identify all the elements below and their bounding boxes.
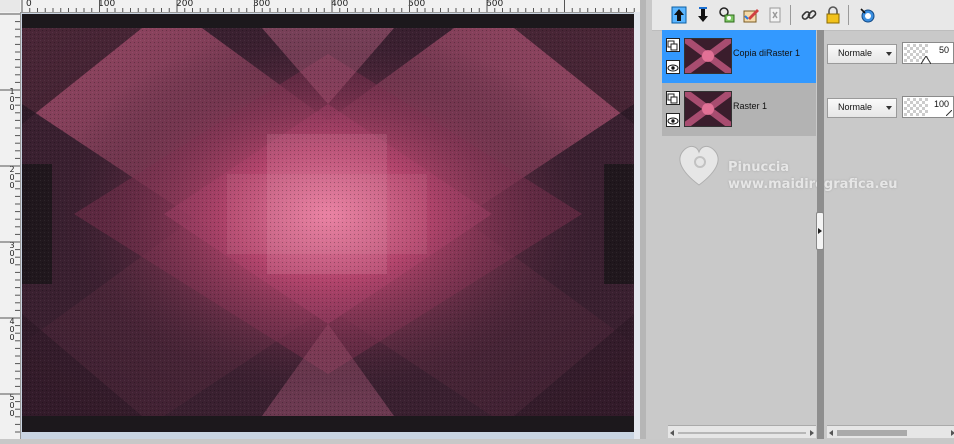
new-layer-icon[interactable] <box>716 4 738 26</box>
watermark-name: Pinuccia <box>728 160 790 175</box>
horizontal-ruler: 0 100 200 300 400 500 600 <box>20 0 640 13</box>
layer-name: Raster 1 <box>733 101 768 111</box>
watermark: Pinuccia www.maidiregrafica.eu <box>674 140 904 200</box>
layers-horizontal-scrollbar[interactable] <box>668 425 816 438</box>
toolbar-divider <box>848 5 849 25</box>
layer-thumbnail <box>684 38 732 74</box>
resize-grip-icon <box>946 110 952 116</box>
layer-row-copia-di-raster[interactable]: Copia diRaster 1 <box>662 30 816 83</box>
canvas-artwork <box>22 14 634 432</box>
lock-icon[interactable] <box>822 4 844 26</box>
vertical-ruler: 100 200 300 400 500 <box>0 12 21 439</box>
canvas-area[interactable]: 0 100 200 300 400 500 600 100 200 300 40… <box>0 0 640 439</box>
transparency-checker-icon <box>904 98 928 116</box>
eye-visibility-icon[interactable] <box>666 60 680 74</box>
blend-mode-value: Normale <box>838 48 873 58</box>
opacity-field[interactable]: 100 <box>902 96 954 118</box>
opacity-field[interactable]: 50 <box>902 42 954 64</box>
image-canvas[interactable] <box>22 14 634 432</box>
layer-thumbnail <box>684 91 732 127</box>
edit-icon[interactable] <box>740 4 762 26</box>
toolbar-divider <box>790 5 791 25</box>
blend-mode-select[interactable]: Normale <box>827 98 897 118</box>
layers-toolbar <box>652 0 954 31</box>
layers-panel: Copia diRaster 1 Raster 1 Normale 50 Nor… <box>640 0 954 439</box>
ruler-ticks <box>0 13 20 433</box>
move-layer-down-icon[interactable] <box>692 4 714 26</box>
ruler-ticks <box>21 0 635 12</box>
opacity-slider-handle-icon[interactable] <box>921 56 931 64</box>
blend-mode-select[interactable]: Normale <box>827 44 897 64</box>
opacity-value: 100 <box>933 99 949 109</box>
move-layer-up-icon[interactable] <box>668 4 690 26</box>
layer-group-icon[interactable] <box>666 91 680 105</box>
layer-row-raster-1[interactable]: Raster 1 <box>662 83 816 136</box>
splitter-grip[interactable] <box>816 212 824 250</box>
delete-layer-icon[interactable] <box>764 4 786 26</box>
watermark-url: www.maidiregrafica.eu <box>728 177 898 192</box>
layer-name: Copia diRaster 1 <box>733 48 801 58</box>
layer-group-icon[interactable] <box>666 38 680 52</box>
chevron-down-icon <box>886 106 892 110</box>
link-icon[interactable] <box>798 4 820 26</box>
merge-icon[interactable] <box>856 4 878 26</box>
heart-logo-icon <box>679 145 719 186</box>
blend-mode-value: Normale <box>838 102 873 112</box>
controls-horizontal-scrollbar[interactable] <box>827 425 954 438</box>
opacity-value: 50 <box>938 45 949 55</box>
chevron-down-icon <box>886 52 892 56</box>
eye-visibility-icon[interactable] <box>666 113 680 127</box>
